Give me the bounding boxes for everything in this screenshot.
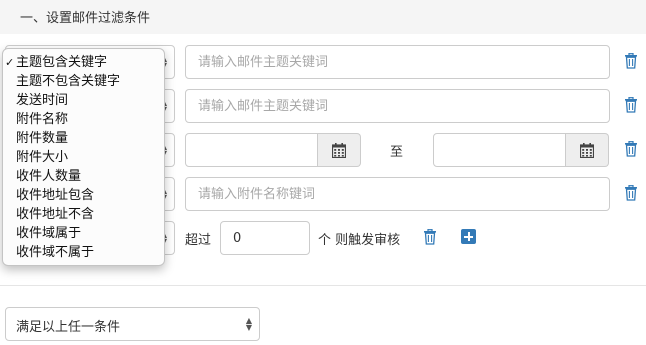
trash-icon[interactable] bbox=[624, 185, 638, 201]
count-threshold-input[interactable] bbox=[220, 221, 310, 255]
dropdown-option-label: 收件域不属于 bbox=[16, 245, 95, 260]
plus-icon[interactable] bbox=[461, 229, 476, 244]
date-range-separator: 至 bbox=[390, 145, 404, 160]
section-divider bbox=[0, 285, 646, 286]
date-start-input[interactable] bbox=[185, 133, 318, 167]
dropdown-option[interactable]: 附件名称 bbox=[3, 110, 164, 129]
attachment-name-input[interactable] bbox=[185, 177, 610, 211]
trigger-label: 个 则触发审核 bbox=[318, 233, 401, 248]
trash-icon[interactable] bbox=[423, 229, 437, 245]
dropdown-option[interactable]: 主题不包含关键字 bbox=[3, 72, 164, 91]
dropdown-option[interactable]: 收件地址不含 bbox=[3, 205, 164, 224]
dropdown-option[interactable]: 附件数量 bbox=[3, 129, 164, 148]
checkmark-icon: ✓ bbox=[5, 56, 15, 69]
dropdown-option-label: 附件大小 bbox=[16, 150, 69, 165]
dropdown-option[interactable]: 收件域不属于 bbox=[3, 243, 164, 262]
date-end-input[interactable] bbox=[433, 133, 566, 167]
date-end-picker-button[interactable] bbox=[566, 133, 609, 167]
section-title: 一、设置邮件过滤条件 bbox=[20, 11, 151, 26]
dropdown-option-label: 主题不包含关键字 bbox=[16, 74, 121, 89]
dropdown-option[interactable]: 附件大小 bbox=[3, 148, 164, 167]
dropdown-option-label: 附件数量 bbox=[16, 131, 69, 146]
dropdown-option[interactable]: 收件域属于 bbox=[3, 224, 164, 243]
dropdown-option-label: 主题包含关键字 bbox=[16, 55, 108, 70]
subject-exclude-keyword-input[interactable] bbox=[185, 89, 610, 123]
dropdown-option[interactable]: 收件人数量 bbox=[3, 167, 164, 186]
condition-type-dropdown[interactable]: ✓ 主题包含关键字 主题不包含关键字 发送时间 附件名称 附件数量 附件大小 收件人数量 收件地… bbox=[2, 48, 165, 266]
dropdown-option[interactable]: 收件地址包含 bbox=[3, 186, 164, 205]
select-arrows-icon: ▲▼ bbox=[245, 316, 253, 332]
calendar-icon bbox=[332, 143, 346, 158]
subject-keyword-input[interactable] bbox=[185, 45, 610, 79]
dropdown-option-label: 发送时间 bbox=[16, 93, 69, 108]
trash-icon[interactable] bbox=[624, 141, 638, 157]
trash-icon[interactable] bbox=[624, 53, 638, 69]
dropdown-option-label: 收件地址包含 bbox=[16, 188, 95, 203]
dropdown-option[interactable]: 发送时间 bbox=[3, 91, 164, 110]
dropdown-option[interactable]: ✓ 主题包含关键字 bbox=[3, 53, 164, 72]
exceed-label: 超过 bbox=[185, 233, 212, 248]
section-header: 一、设置邮件过滤条件 bbox=[0, 0, 646, 34]
calendar-icon bbox=[580, 143, 594, 158]
match-mode-select[interactable]: 满足以上任一条件 ▲ ▼ bbox=[5, 307, 260, 341]
dropdown-option-label: 收件人数量 bbox=[16, 169, 82, 184]
dropdown-option-label: 附件名称 bbox=[16, 112, 69, 127]
trash-icon[interactable] bbox=[624, 97, 638, 113]
date-start-picker-button[interactable] bbox=[318, 133, 361, 167]
dropdown-option-label: 收件域属于 bbox=[16, 226, 82, 241]
match-mode-value: 满足以上任一条件 bbox=[16, 320, 121, 335]
dropdown-option-label: 收件地址不含 bbox=[16, 207, 95, 222]
